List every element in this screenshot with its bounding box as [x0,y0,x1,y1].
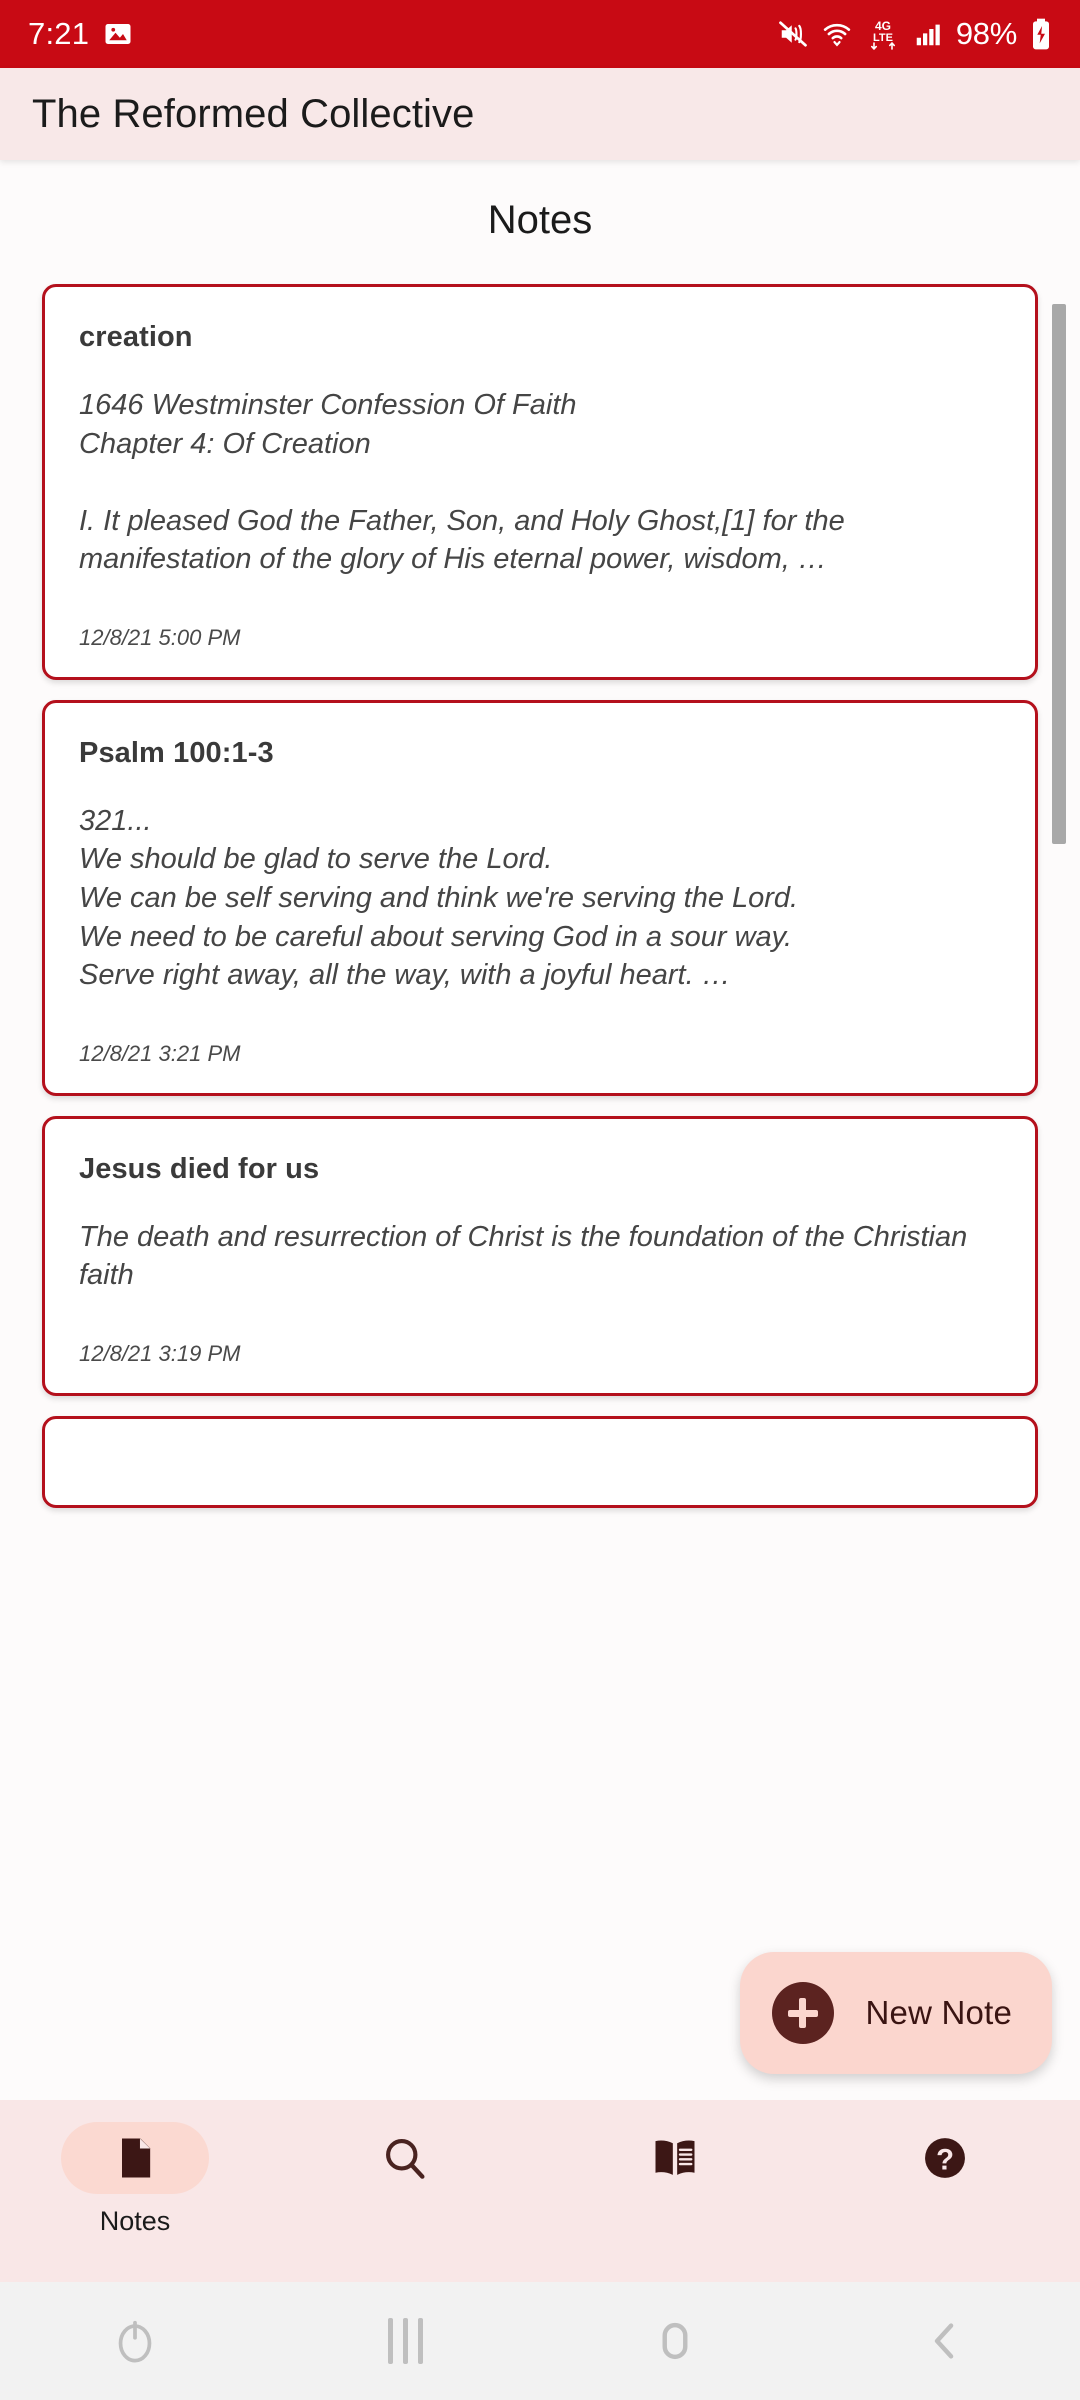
nav-item-search[interactable] [270,2122,540,2206]
note-title: Jesus died for us [79,1152,320,1185]
image-icon [103,19,133,49]
app-title: The Reformed Collective [32,91,475,136]
home-icon[interactable] [540,2313,810,2369]
note-card[interactable]: Psalm 100:1-3 321... We should be glad t… [42,699,1038,1096]
note-document-icon [61,2122,209,2194]
note-body: The death and resurrection of Christ is … [79,1220,968,1292]
svg-text:?: ? [936,2144,954,2176]
book-icon [601,2122,749,2194]
vertical-scrollbar[interactable] [1052,304,1066,844]
app-bar: The Reformed Collective [0,68,1080,160]
note-card[interactable] [42,1415,1038,1508]
nav-item-library[interactable] [540,2122,810,2206]
notes-list[interactable]: creation 1646 Westminster Confession Of … [0,284,1080,2100]
wifi-icon [821,19,853,49]
4g-lte-icon: 4G LTE [866,18,900,50]
nav-label-notes: Notes [99,2206,171,2236]
new-note-label: New Note [865,1994,1012,2031]
battery-charging-icon [1030,18,1052,50]
nav-item-notes[interactable]: Notes [0,2122,270,2237]
note-title: creation [79,321,193,353]
note-timestamp: 12/8/21 5:00 PM [79,624,241,650]
nav-item-help[interactable]: ? [810,2122,1080,2206]
note-timestamp: 12/8/21 3:19 PM [79,1340,241,1366]
search-icon [331,2122,479,2194]
status-bar-clock: 7:21 [28,16,90,51]
back-icon[interactable] [810,2313,1080,2369]
help-question-icon: ? [871,2122,1019,2194]
mute-icon [778,19,808,49]
battery-percent-label: 98% [955,16,1017,51]
svg-text:4G: 4G [875,19,891,33]
power-icon[interactable] [0,2313,270,2369]
svg-text:LTE: LTE [873,32,893,44]
phone-screen: 7:21 4G LTE 98% The Reformed Collective … [0,0,1080,2400]
note-card[interactable]: Jesus died for us The death and resurrec… [42,1115,1038,1396]
note-card[interactable]: creation 1646 Westminster Confession Of … [42,284,1038,680]
status-bar-right: 4G LTE 98% [778,16,1052,52]
page-title: Notes [487,198,593,242]
signal-icon [913,19,943,49]
new-note-button[interactable]: New Note [739,1952,1052,2074]
system-navigation-bar [0,2282,1080,2400]
status-bar-left: 7:21 [28,16,133,52]
status-bar: 7:21 4G LTE 98% [0,0,1080,68]
note-body: 1646 Westminster Confession Of Faith Cha… [79,389,845,576]
plus-icon [771,1982,834,2044]
content-area: Notes creation 1646 Westminster Confessi… [0,160,1080,2100]
bottom-navigation-bar: Notes ? [0,2100,1080,2282]
recents-icon[interactable] [270,2318,540,2364]
note-timestamp: 12/8/21 3:21 PM [79,1040,241,1066]
note-title: Psalm 100:1-3 [79,736,274,769]
note-body: 321... We should be glad to serve the Lo… [79,804,799,992]
